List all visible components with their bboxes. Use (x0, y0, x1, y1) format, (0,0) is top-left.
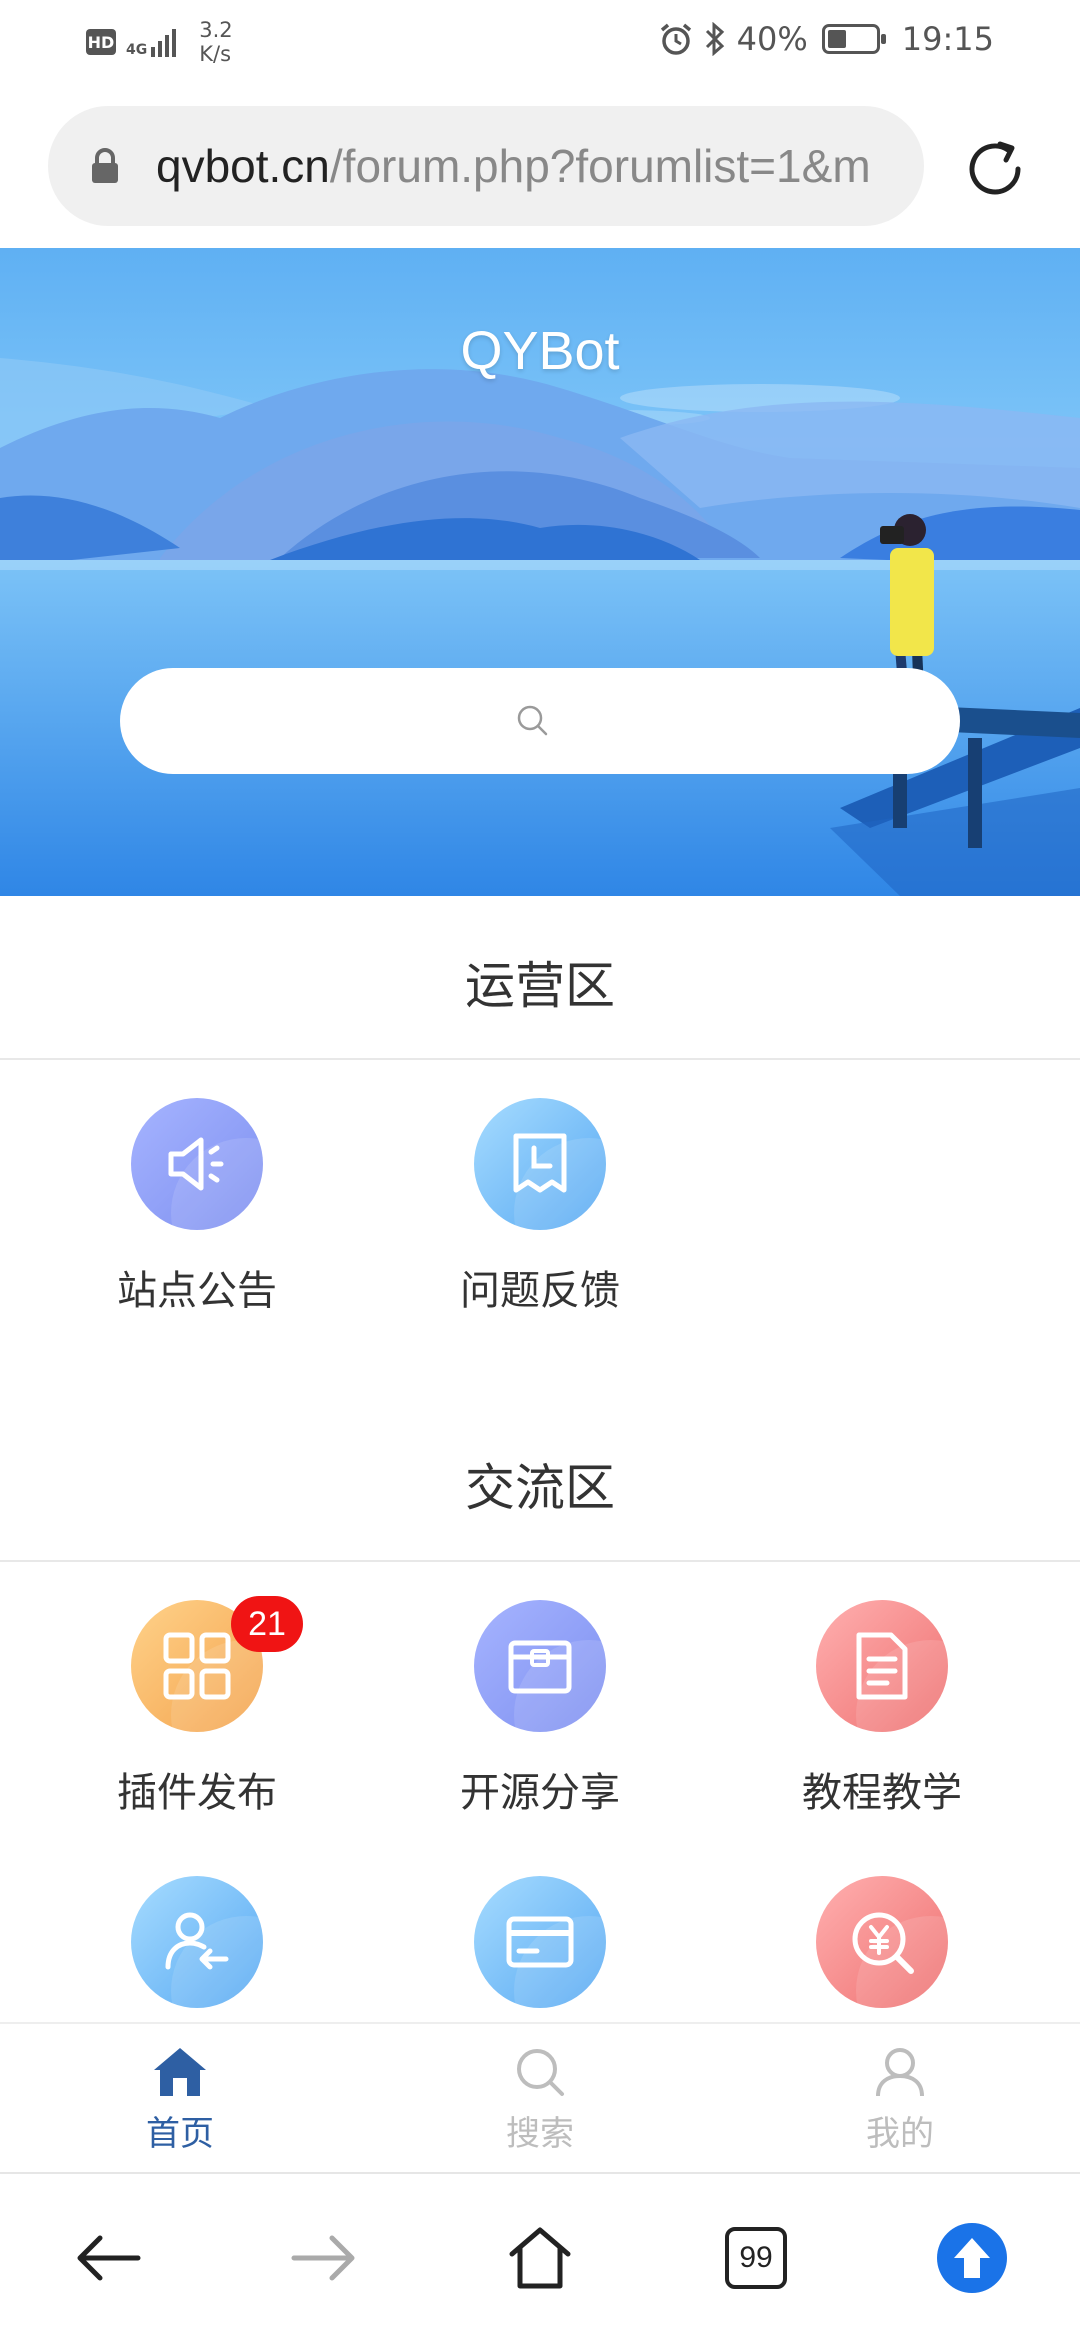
tabs-icon: 99 (725, 2227, 787, 2289)
forum-issue-feedback[interactable]: 问题反馈 (440, 1098, 640, 1316)
section-divider (0, 1560, 1080, 1562)
status-bar: HD 4G 3.2 K/s 40% 19:15 (0, 0, 1080, 84)
forum-label: 教程教学 (802, 1770, 962, 1816)
forward-arrow-icon (291, 2235, 355, 2281)
network-type: 4G (126, 42, 148, 58)
forum-tab-bar: 首页 搜索 我的 (0, 2022, 1080, 2172)
unread-count-badge: 21 (231, 1596, 303, 1652)
home-outline-icon (509, 2227, 571, 2289)
site-title: QYBot (460, 321, 620, 381)
box-icon (474, 1600, 606, 1732)
browser-toolbar: qvbot.cn/forum.php?forumlist=1&m (0, 84, 1080, 248)
tab-label: 首页 (146, 2114, 214, 2154)
search-icon (517, 2049, 564, 2096)
speed-unit: K/s (199, 42, 232, 66)
battery-icon (821, 24, 886, 54)
forum-tutorials[interactable]: 教程教学 (782, 1600, 982, 1818)
bluetooth-icon (705, 22, 724, 56)
forum-site-announcements[interactable]: 站点公告 (97, 1098, 297, 1316)
hd-badge: HD (86, 29, 116, 55)
alarm-icon (660, 23, 691, 55)
document-icon (816, 1600, 948, 1732)
tab-label: 搜索 (506, 2114, 574, 2154)
forum-label: 问题反馈 (460, 1268, 620, 1314)
browser-navigation-bar: 99 (0, 2172, 1080, 2340)
forum-search-bar[interactable] (120, 668, 960, 774)
signal-group: 4G (126, 27, 179, 57)
megaphone-icon (131, 1098, 263, 1230)
signal-icon (151, 29, 177, 57)
section-divider (0, 1058, 1080, 1060)
url-path: /forum.php?forumlist=1&m (329, 140, 871, 192)
forum-user-transfer[interactable] (97, 1876, 297, 2008)
status-right: 40% 19:15 (659, 20, 994, 58)
status-left: HD 4G 3.2 K/s (86, 18, 233, 66)
forum-card[interactable] (440, 1876, 640, 2008)
address-bar[interactable]: qvbot.cn/forum.php?forumlist=1&m (48, 106, 924, 226)
upload-icon (937, 2223, 1007, 2293)
yen-search-icon (816, 1876, 948, 2008)
url-text[interactable]: qvbot.cn/forum.php?forumlist=1&m (156, 106, 871, 226)
back-arrow-icon (77, 2235, 141, 2281)
user-icon (876, 2048, 924, 2097)
forum-open-source-share[interactable]: 开源分享 (440, 1600, 640, 1818)
tab-profile[interactable]: 我的 (800, 2046, 1000, 2155)
browser-home-button[interactable] (502, 2220, 578, 2296)
hero-banner: QYBot (0, 248, 1080, 896)
user-transfer-icon (131, 1876, 263, 2008)
clock-ticket-icon (474, 1098, 606, 1230)
reload-icon[interactable] (960, 134, 1030, 204)
clock: 19:15 (901, 20, 994, 58)
forum-plugin-release[interactable]: 21 插件发布 (97, 1596, 303, 1818)
tab-home[interactable]: 首页 (80, 2046, 280, 2155)
section-title-operations: 运营区 (465, 957, 615, 1015)
speed-value: 3.2 (199, 18, 233, 42)
forum-label: 开源分享 (460, 1770, 620, 1816)
card-icon (474, 1876, 606, 2008)
search-icon (517, 705, 548, 736)
tabs-button[interactable]: 99 (718, 2220, 794, 2296)
forum-label: 站点公告 (117, 1268, 277, 1314)
home-icon (154, 2048, 206, 2096)
forum-yen-search[interactable] (782, 1876, 982, 2008)
url-host: qvbot.cn (156, 140, 330, 192)
battery-percent: 40% (736, 20, 808, 58)
network-speed: 3.2 K/s (199, 18, 232, 66)
back-button[interactable] (70, 2220, 146, 2296)
update-button[interactable] (934, 2220, 1010, 2296)
tabs-count: 99 (739, 2241, 773, 2274)
tab-label: 我的 (866, 2114, 934, 2154)
lock-icon (92, 148, 118, 183)
tab-search[interactable]: 搜索 (440, 2046, 640, 2155)
forum-label: 插件发布 (117, 1770, 277, 1816)
forward-button[interactable] (286, 2220, 362, 2296)
section-title-community: 交流区 (465, 1459, 615, 1517)
